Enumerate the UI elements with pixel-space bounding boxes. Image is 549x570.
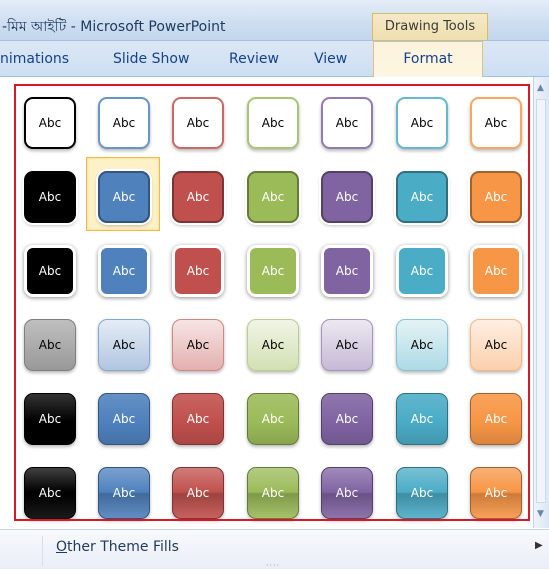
gallery-footer: Other Theme Fills ▶ ···· xyxy=(0,529,549,570)
tab-slide-show[interactable]: Slide Show xyxy=(113,51,189,67)
gallery-selection-frame xyxy=(14,84,530,521)
scroll-up-icon[interactable]: ▲ xyxy=(537,83,544,93)
accelerator-key: O xyxy=(56,539,68,555)
gallery-scrollbar[interactable]: ▲ ▼ xyxy=(533,77,549,528)
tab-review[interactable]: Review xyxy=(229,51,279,67)
drawing-tools-context-tab: Drawing Tools xyxy=(372,13,488,40)
scroll-track[interactable] xyxy=(536,99,546,503)
tab-animations[interactable]: nimations xyxy=(0,51,69,67)
title-bar: -মিম আইটি - Microsoft PowerPoint Drawing… xyxy=(0,0,549,41)
submenu-arrow-icon: ▶ xyxy=(535,540,543,551)
tab-view[interactable]: View xyxy=(314,51,347,67)
tab-format[interactable]: Format xyxy=(373,41,483,77)
ribbon-tabs: nimations Slide Show Review View Format xyxy=(0,41,549,77)
context-tab-label: Drawing Tools xyxy=(384,19,476,34)
scroll-down-icon[interactable]: ▼ xyxy=(537,509,544,519)
resize-grip-icon[interactable]: ···· xyxy=(266,561,280,570)
other-theme-fills-menu-item[interactable]: Other Theme Fills xyxy=(56,539,179,555)
other-theme-fills-label: ther Theme Fills xyxy=(67,539,179,555)
window-title: -মিম আইটি - Microsoft PowerPoint xyxy=(2,19,226,35)
footer-separator xyxy=(42,536,43,566)
